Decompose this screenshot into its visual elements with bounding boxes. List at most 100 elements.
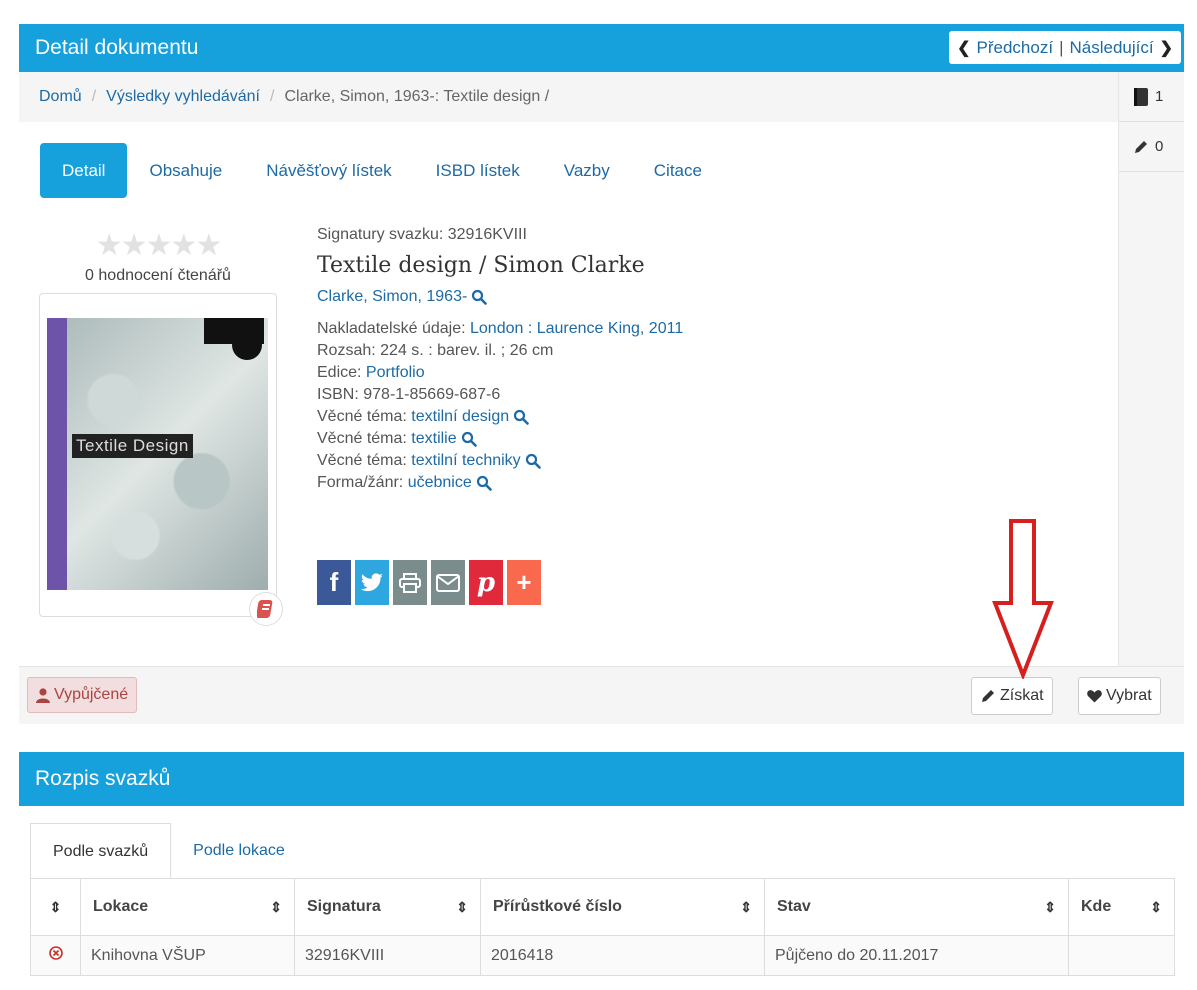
subject-link[interactable]: textilní design (411, 408, 509, 425)
column-header-where[interactable]: Kde ⇕ (1068, 878, 1175, 936)
chevron-right-icon[interactable]: ❯ (1160, 38, 1173, 58)
tab-detail[interactable]: Detail (40, 143, 128, 198)
volumes-table: ⇕ Lokace ⇕ Signatura ⇕ Přírůstkové číslo ⇕ … (30, 878, 1175, 976)
sort-icon[interactable]: ⇕ (50, 899, 62, 916)
search-icon[interactable] (476, 475, 492, 491)
sort-icon[interactable]: ⇕ (740, 899, 752, 916)
breadcrumb-separator: / (91, 88, 97, 105)
pencil-icon (982, 690, 994, 702)
column-header-accession[interactable]: Přírůstkové číslo ⇕ (480, 878, 765, 936)
book-format-icon (249, 592, 283, 626)
borrowed-button[interactable]: Vypůjčené (27, 677, 138, 713)
isbn-line: ISBN: 978-1-85669-687-6 (317, 384, 683, 406)
subject-link[interactable]: textilní techniky (411, 452, 520, 469)
breadcrumb-results[interactable]: Výsledky vyhledávání (106, 88, 260, 106)
signature-line: Signatury svazku: 32916KVIII (317, 224, 683, 246)
genre-link[interactable]: učebnice (408, 474, 472, 491)
unavailable-icon (48, 946, 63, 960)
cell-signature: 32916KVIII (294, 935, 481, 976)
column-label: Signatura (307, 898, 381, 915)
cover-logo-circle (232, 330, 262, 360)
cell-location: Knihovna VŠUP (80, 935, 295, 976)
publisher-link[interactable]: London : Laurence King, 2011 (470, 320, 683, 337)
column-header-signature[interactable]: Signatura ⇕ (294, 878, 481, 936)
subject-label: Věcné téma: (317, 452, 407, 469)
genre-label: Forma/žánr: (317, 474, 404, 491)
books-button[interactable]: 1 (1119, 72, 1184, 122)
breadcrumb-separator: / (270, 88, 275, 105)
subject-label: Věcné téma: (317, 408, 407, 425)
sort-icon[interactable]: ⇕ (270, 899, 282, 916)
cover-title: Textile Design (72, 434, 193, 458)
tab-by-location[interactable]: Podle lokace (171, 823, 307, 879)
twitter-icon[interactable] (355, 560, 389, 605)
extent-value: 224 s. : barev. il. ; 26 cm (380, 342, 554, 359)
pencil-icon (1135, 140, 1147, 153)
cell-accession: 2016418 (480, 935, 765, 976)
get-button[interactable]: Získat (971, 677, 1053, 715)
subject-line: Věcné téma: textilní design (317, 406, 683, 428)
breadcrumb-home[interactable]: Domů (39, 88, 82, 106)
tab-contains[interactable]: Obsahuje (127, 143, 244, 198)
pinterest-icon[interactable]: p (469, 560, 503, 605)
search-icon[interactable] (525, 453, 541, 469)
column-header-location[interactable]: Lokace ⇕ (80, 878, 295, 936)
sort-icon[interactable]: ⇕ (1150, 899, 1162, 916)
series-label: Edice: (317, 364, 362, 381)
user-icon (36, 687, 50, 703)
extent-label: Rozsah: (317, 342, 376, 359)
search-icon[interactable] (513, 409, 529, 425)
pager: ❮ Předchozí | Následující ❯ (949, 31, 1181, 64)
subject-line: Věcné téma: textilie (317, 428, 683, 450)
next-link[interactable]: Následující (1069, 38, 1153, 58)
book-cover[interactable]: Textile Design (47, 318, 268, 590)
notes-count: 0 (1155, 138, 1164, 155)
get-label: Získat (1000, 687, 1044, 704)
column-label: Stav (777, 898, 811, 915)
search-icon[interactable] (461, 431, 477, 447)
email-icon[interactable] (431, 560, 465, 605)
volume-tabs: Podle svazků Podle lokace (30, 823, 307, 879)
isbn-value: 978-1-85669-687-6 (363, 386, 501, 403)
volumes-panel-header: Rozpis svazků (19, 752, 1184, 806)
genre-line: Forma/žánr: učebnice (317, 472, 683, 494)
rating-stars[interactable]: ★★★★★ (60, 228, 256, 263)
subject-label: Věcné téma: (317, 430, 407, 447)
author-link[interactable]: Clarke, Simon, 1963- (317, 288, 467, 305)
select-column-header[interactable]: ⇕ (30, 878, 81, 936)
volumes-title: Rozpis svazků (35, 767, 171, 790)
publisher-label: Nakladatelské údaje: (317, 320, 466, 337)
sort-icon[interactable]: ⇕ (456, 899, 468, 916)
subject-line: Věcné téma: textilní techniky (317, 450, 683, 472)
tab-label-card[interactable]: Návěšťový lístek (244, 143, 413, 198)
sort-icon[interactable]: ⇕ (1044, 899, 1056, 916)
pager-separator: | (1059, 37, 1064, 57)
subject-link[interactable]: textilie (411, 430, 456, 447)
search-icon[interactable] (471, 289, 488, 305)
table-header-row: ⇕ Lokace ⇕ Signatura ⇕ Přírůstkové číslo ⇕ … (30, 878, 1175, 936)
panel-title: Detail dokumentu (35, 36, 199, 59)
print-icon[interactable] (393, 560, 427, 605)
chevron-left-icon[interactable]: ❮ (957, 38, 970, 58)
previous-link[interactable]: Předchozí (977, 38, 1054, 58)
facebook-icon[interactable]: f (317, 560, 351, 605)
detail-panel-header: Detail dokumentu ❮ Předchozí | Následují… (19, 24, 1184, 72)
select-label: Vybrat (1106, 687, 1152, 704)
tab-isbd-card[interactable]: ISBD lístek (414, 143, 542, 198)
author-line: Clarke, Simon, 1963- (317, 286, 683, 308)
column-header-status[interactable]: Stav ⇕ (764, 878, 1069, 936)
column-label: Kde (1081, 898, 1112, 915)
cover-spine (47, 318, 67, 590)
signature-label: Signatury svazku: (317, 226, 444, 243)
cell-status: Půjčeno do 20.11.2017 (764, 935, 1069, 976)
extent-line: Rozsah: 224 s. : barev. il. ; 26 cm (317, 340, 683, 362)
series-link[interactable]: Portfolio (366, 364, 425, 381)
more-share-icon[interactable]: + (507, 560, 541, 605)
notes-button[interactable]: 0 (1119, 122, 1184, 172)
tab-by-volume[interactable]: Podle svazků (30, 823, 172, 879)
tab-links[interactable]: Vazby (542, 143, 632, 198)
tab-citations[interactable]: Citace (632, 143, 724, 198)
heart-icon (1087, 690, 1102, 703)
book-icon (1134, 87, 1148, 106)
select-button[interactable]: Vybrat (1078, 677, 1161, 715)
